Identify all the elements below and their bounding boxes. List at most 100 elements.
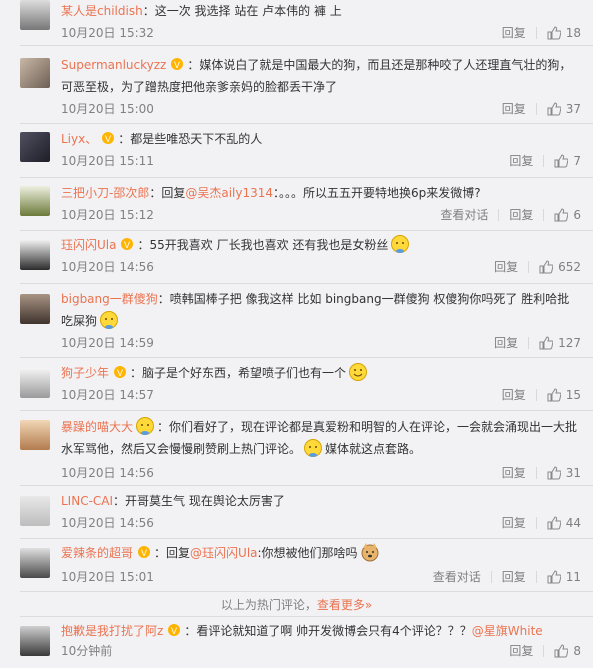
comment-item: LINC-CAI：开哥莫生气 现在舆论太厉害了 10月20日 14:56 回复 … [0, 488, 593, 538]
reply-link[interactable]: 回复 [509, 206, 533, 224]
thumbs-up-icon [547, 466, 561, 480]
mention-link[interactable]: @吴杰aily1314 [185, 186, 273, 200]
like-count: 15 [565, 388, 581, 402]
comment-time: 10分钟前 [61, 644, 113, 658]
comment-item: 暴躁的喵大大 ：你们看好了，现在评论都是真爱粉和明智的人在评论，一会就会涌现出一大… [0, 412, 593, 486]
comment-time: 10月20日 14:56 [61, 466, 154, 480]
comment-username[interactable]: 三把小刀-邵次郎 [61, 186, 149, 200]
divider [20, 410, 593, 411]
comment-time: 10月20日 14:56 [61, 516, 154, 530]
avatar[interactable] [20, 294, 50, 324]
like-button[interactable]: 37 [547, 100, 581, 118]
reply-link[interactable]: 回复 [502, 514, 526, 532]
like-count: 8 [573, 644, 581, 658]
divider [543, 155, 545, 167]
comment-time: 10月20日 15:01 [61, 570, 154, 584]
reply-link[interactable]: 回复 [502, 568, 526, 586]
reply-link[interactable]: 回复 [494, 334, 518, 352]
comment-text-2: ：。。。所以五五开要特地换6p来发微博? [273, 186, 481, 200]
avatar[interactable] [20, 240, 50, 270]
reply-link[interactable]: 回复 [509, 642, 533, 660]
reply-link[interactable]: 回复 [509, 152, 533, 170]
shy-face-emoji-icon [100, 311, 119, 329]
comment-username[interactable]: 抱歉是我打扰了阿z [61, 624, 163, 638]
thumbs-up-icon [539, 336, 554, 350]
comment-username[interactable]: 某人是childish [61, 4, 143, 18]
comment-username[interactable]: LINC-CAI [61, 494, 113, 508]
like-button[interactable]: 6 [554, 206, 581, 224]
thumbs-up-icon [547, 26, 561, 40]
reply-link[interactable]: 回复 [502, 24, 526, 42]
like-button[interactable]: 8 [554, 642, 581, 660]
view-conversation-link[interactable]: 查看对话 [440, 206, 488, 224]
like-button[interactable]: 7 [554, 152, 581, 170]
like-button[interactable]: 15 [547, 386, 581, 404]
divider [528, 261, 530, 273]
comment-item: 某人是childish：这一次 我选择 站在 卢本伟的 褲 上 10月20日 1… [0, 0, 593, 48]
like-button[interactable]: 31 [547, 464, 581, 482]
like-count: 6 [573, 208, 581, 222]
svg-text:V: V [141, 548, 147, 558]
comment-text-2: 媒体就这点套路。 [325, 442, 422, 456]
divider [535, 27, 537, 39]
comment-username[interactable]: Supermanluckyzz [61, 58, 166, 72]
like-button[interactable]: 18 [547, 24, 581, 42]
comment-username[interactable]: bigbang一群傻狗 [61, 292, 158, 306]
comment-time: 10月20日 15:11 [61, 154, 154, 168]
comment-time: 10月20日 15:12 [61, 208, 154, 222]
like-count: 44 [565, 516, 581, 530]
comment-username[interactable]: Liyx、 [61, 132, 97, 146]
like-count: 7 [573, 154, 581, 168]
comment-username[interactable]: 狗子少年 [61, 366, 109, 380]
hot-comments-footer: 以上为热门评论，查看更多» [0, 594, 593, 616]
thumbs-up-icon [539, 260, 554, 274]
like-button[interactable]: 11 [547, 568, 581, 586]
comment-username[interactable]: 暴躁的喵大大 [61, 420, 133, 434]
hot-comments-label: 以上为热门评论， [220, 598, 317, 612]
view-conversation-link[interactable]: 查看对话 [433, 568, 481, 586]
comment-text: ：都是些唯恐天下不乱的人 [118, 132, 263, 146]
reply-link[interactable]: 回复 [502, 386, 526, 404]
svg-text:V: V [105, 134, 111, 144]
comment-text: ：看评论就知道了啊 帅开发微博会只有4个评论？？？ [184, 624, 472, 638]
avatar[interactable] [20, 420, 50, 450]
see-more-link[interactable]: 查看更多» [317, 598, 372, 612]
mention-link[interactable]: @星旗White [472, 624, 543, 638]
avatar[interactable] [20, 132, 50, 162]
comment-item: 珏闪闪Ula V ：55开我喜欢 厂长我也喜欢 还有我也是女粉丝 10月20日 14… [0, 232, 593, 284]
comment-text: ：回复 [154, 546, 191, 560]
reply-link[interactable]: 回复 [494, 258, 518, 276]
comment-item: Supermanluckyzz V ：媒体说白了就是中国最大的狗，而且还是那种咬了人… [0, 50, 593, 122]
avatar[interactable] [20, 58, 50, 88]
vip-badge-icon: V [100, 131, 116, 145]
like-count: 31 [565, 466, 581, 480]
avatar[interactable] [20, 548, 50, 578]
avatar[interactable] [20, 0, 50, 30]
reply-link[interactable]: 回复 [502, 464, 526, 482]
thumbs-up-icon [547, 102, 561, 116]
vip-badge-icon: V [136, 545, 152, 559]
divider [20, 591, 593, 592]
avatar[interactable] [20, 368, 50, 398]
thumbs-up-icon [554, 154, 569, 168]
mention-link[interactable]: @珏闪闪Ula [190, 546, 257, 560]
comment-text: ：55开我喜欢 厂长我也喜欢 还有我也是女粉丝 [137, 238, 389, 252]
vip-badge-icon: V [169, 57, 185, 71]
like-button[interactable]: 44 [547, 514, 581, 532]
avatar[interactable] [20, 496, 50, 526]
thumbs-up-icon [547, 388, 561, 402]
comment-time: 10月20日 15:32 [61, 26, 154, 40]
avatar[interactable] [20, 186, 50, 216]
divider [20, 283, 593, 284]
divider [20, 538, 593, 539]
comment-username[interactable]: 珏闪闪Ula [61, 238, 116, 252]
divider [535, 571, 537, 583]
like-button[interactable]: 127 [539, 334, 581, 352]
avatar[interactable] [20, 626, 50, 656]
comment-username[interactable]: 爱辣条的超哥 [61, 546, 133, 560]
like-button[interactable]: 652 [539, 258, 581, 276]
comment-item: 三把小刀-邵次郎：回复@吴杰aily1314：。。。所以五五开要特地换6p来发微… [0, 178, 593, 228]
thumbs-up-icon [547, 516, 561, 530]
reply-link[interactable]: 回复 [502, 100, 526, 118]
vip-badge-icon: V [119, 237, 135, 251]
